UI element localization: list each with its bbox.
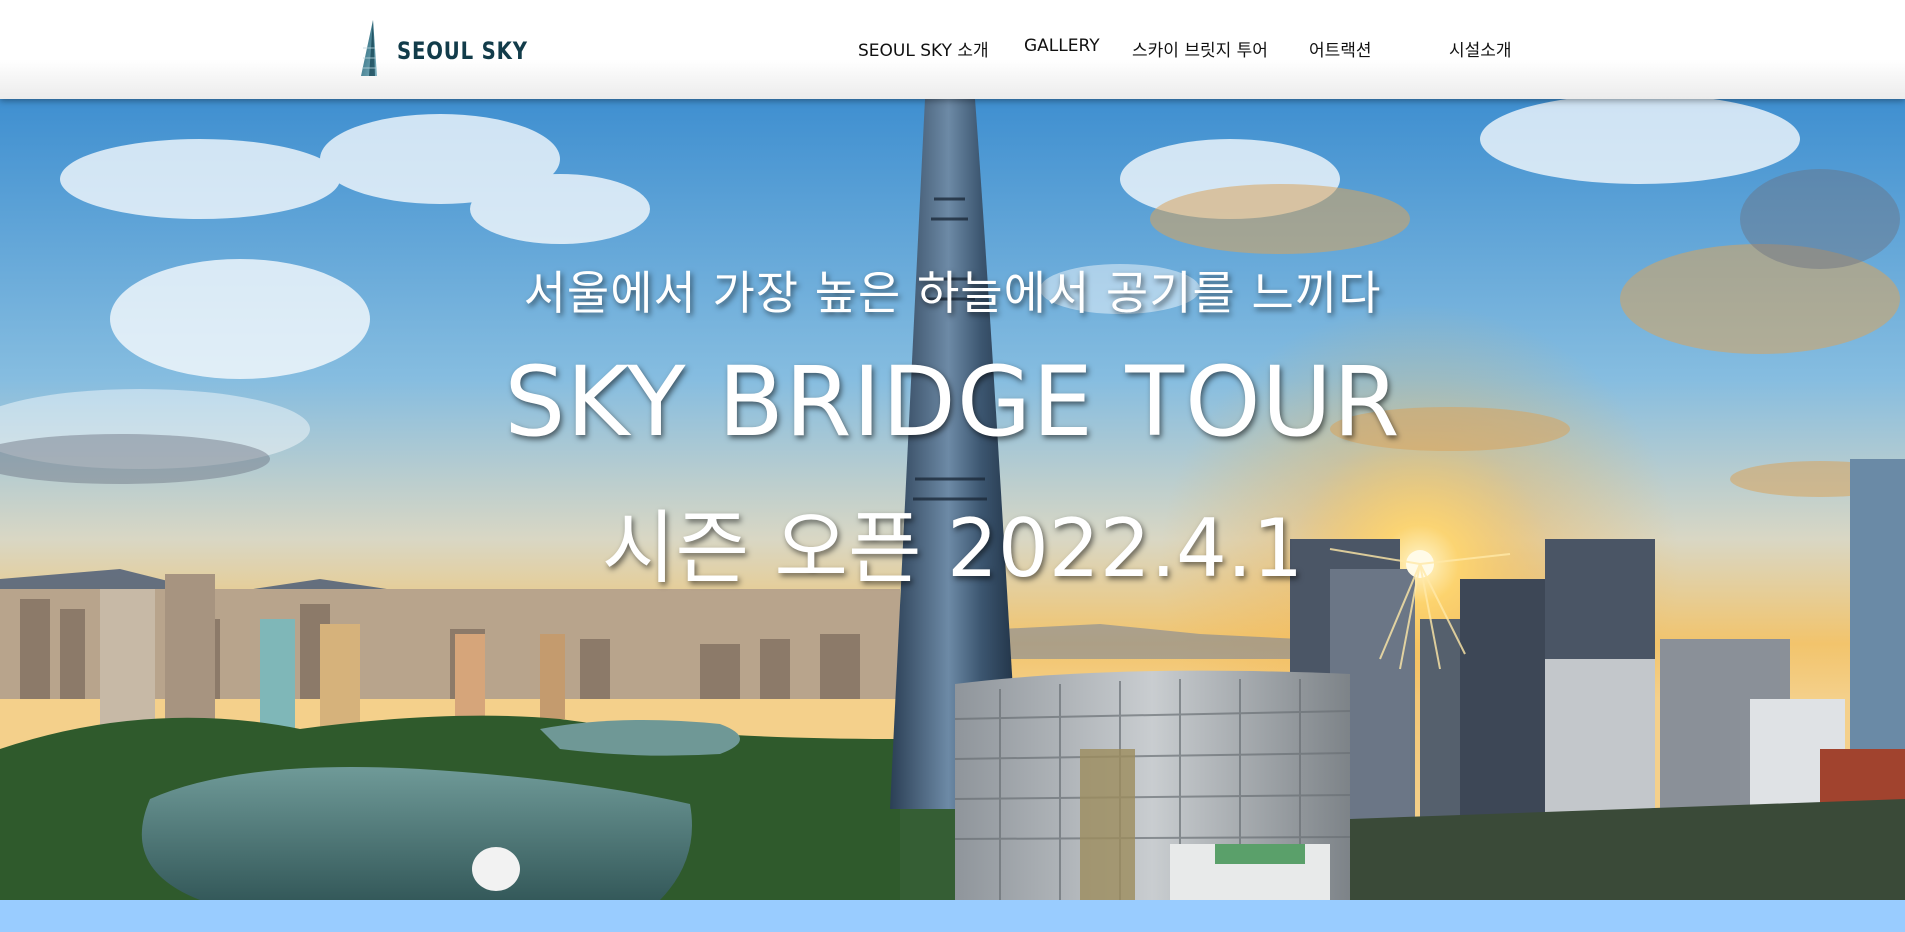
main-nav: SEOUL SKY 소개 GALLERY 스카이 브릿지 투어 어트랙션 시설소… <box>0 36 1905 64</box>
page: SEOUL SKY SEOUL SKY 소개 GALLERY 스카이 브릿지 투… <box>0 0 1905 932</box>
hero-banner: 서울에서 가장 높은 하늘에서 공기를 느끼다 SKY BRIDGE TOUR … <box>0 99 1905 900</box>
site-header: SEOUL SKY SEOUL SKY 소개 GALLERY 스카이 브릿지 투… <box>0 0 1905 99</box>
hero-subtitle: 서울에서 가장 높은 하늘에서 공기를 느끼다 <box>523 266 1382 320</box>
nav-item-facilities[interactable]: 시설소개 <box>1449 36 1512 61</box>
hero-season-open-date: 시즌 오픈 2022.4.1 <box>601 502 1304 595</box>
hero-title: SKY BRIDGE TOUR <box>504 346 1401 458</box>
nav-item-sky-bridge-tour[interactable]: 스카이 브릿지 투어 <box>1132 36 1268 61</box>
nav-item-gallery[interactable]: GALLERY <box>1024 36 1100 56</box>
nav-item-attractions[interactable]: 어트랙션 <box>1309 36 1372 61</box>
section-divider-band <box>0 900 1905 932</box>
nav-item-seoul-sky-intro[interactable]: SEOUL SKY 소개 <box>858 36 989 61</box>
